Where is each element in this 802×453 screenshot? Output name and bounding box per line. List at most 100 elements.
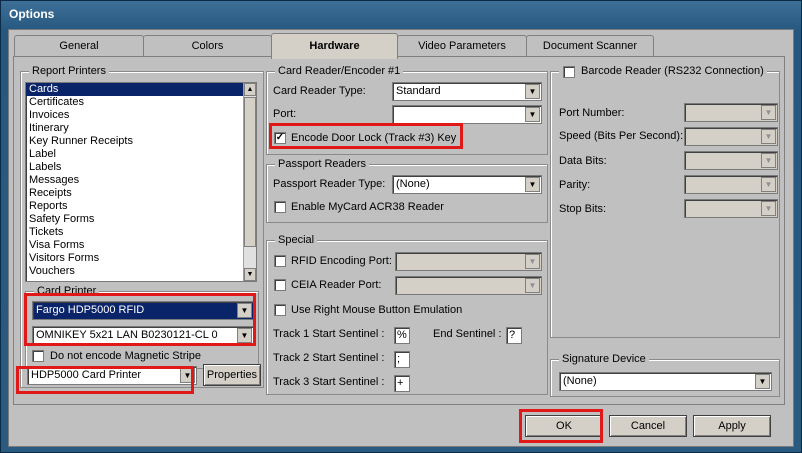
- chevron-down-icon[interactable]: ▼: [761, 129, 776, 144]
- list-item[interactable]: Invoices: [26, 109, 256, 122]
- passport-type-value: (None): [396, 178, 430, 190]
- chevron-down-icon[interactable]: ▼: [761, 153, 776, 168]
- tab-hardware[interactable]: Hardware: [271, 33, 398, 59]
- special-group: Special RFID Encoding Port: ▼ CEIA Reade…: [266, 234, 548, 395]
- chevron-down-icon[interactable]: ▼: [761, 201, 776, 216]
- chevron-down-icon[interactable]: ▼: [237, 303, 252, 318]
- barcode-reader-checkbox[interactable]: [563, 66, 575, 78]
- list-item[interactable]: Messages: [26, 174, 256, 187]
- stop-bits-select[interactable]: ▼: [684, 199, 778, 218]
- list-item[interactable]: Itinerary: [26, 122, 256, 135]
- card-printer-value: Fargo HDP5000 RFID: [36, 304, 145, 316]
- chevron-down-icon[interactable]: ▼: [525, 254, 540, 269]
- list-item[interactable]: Visitors Forms: [26, 252, 256, 265]
- report-printers-scrollbar[interactable]: ▲ ▼: [243, 83, 256, 281]
- chevron-down-icon[interactable]: ▼: [180, 368, 195, 383]
- data-bits-select[interactable]: ▼: [684, 151, 778, 170]
- track3-input[interactable]: +: [394, 375, 410, 392]
- right-mouse-label: Use Right Mouse Button Emulation: [291, 304, 463, 316]
- stop-bits-label: Stop Bits:: [559, 203, 607, 215]
- ceia-label: CEIA Reader Port:: [291, 279, 382, 291]
- scroll-thumb[interactable]: [244, 97, 256, 247]
- properties-button[interactable]: Properties: [203, 364, 261, 386]
- barcode-reader-group: Barcode Reader (RS232 Connection) Port N…: [550, 65, 780, 338]
- no-encode-checkbox[interactable]: [32, 350, 44, 362]
- tab-document-scanner[interactable]: Document Scanner: [526, 35, 654, 57]
- chevron-down-icon[interactable]: ▼: [237, 328, 252, 343]
- passport-type-select[interactable]: (None) ▼: [392, 175, 542, 194]
- list-item[interactable]: Labels: [26, 161, 256, 174]
- ceia-checkbox[interactable]: [274, 279, 286, 291]
- port-number-label: Port Number:: [559, 107, 625, 119]
- list-item[interactable]: Vouchers: [26, 265, 256, 278]
- passport-readers-group: Passport Readers Passport Reader Type: (…: [266, 158, 548, 223]
- list-item[interactable]: Key Runner Receipts: [26, 135, 256, 148]
- end-sentinel-label: End Sentinel :: [433, 328, 502, 340]
- scroll-up-icon[interactable]: ▲: [244, 83, 256, 96]
- card-reader-label: Card Reader/Encoder #1: [275, 65, 404, 77]
- chevron-down-icon[interactable]: ▼: [525, 278, 540, 293]
- track2-label: Track 2 Start Sentinel :: [273, 352, 385, 364]
- card-encoder-select[interactable]: OMNIKEY 5x21 LAN B0230121-CL 0 ▼: [32, 326, 254, 345]
- scroll-down-icon[interactable]: ▼: [244, 268, 256, 281]
- tab-colors[interactable]: Colors: [143, 35, 272, 57]
- ok-button[interactable]: OK: [525, 415, 603, 437]
- ceia-port-select[interactable]: ▼: [395, 276, 542, 295]
- list-item[interactable]: Reports: [26, 200, 256, 213]
- dialog-client: General Colors Hardware Video Parameters…: [8, 29, 794, 447]
- signature-device-select[interactable]: (None) ▼: [559, 372, 772, 391]
- list-item[interactable]: Certificates: [26, 96, 256, 109]
- card-reader-type-value: Standard: [396, 85, 441, 97]
- speed-select[interactable]: ▼: [684, 127, 778, 146]
- tab-general[interactable]: General: [14, 35, 144, 57]
- list-item[interactable]: Label: [26, 148, 256, 161]
- no-encode-label: Do not encode Magnetic Stripe: [50, 350, 202, 362]
- parity-select[interactable]: ▼: [684, 175, 778, 194]
- list-item[interactable]: Visa Forms: [26, 239, 256, 252]
- apply-button[interactable]: Apply: [693, 415, 771, 437]
- chevron-down-icon[interactable]: ▼: [755, 374, 770, 389]
- passport-readers-label: Passport Readers: [275, 158, 370, 170]
- track2-input[interactable]: ;: [394, 351, 410, 368]
- hardware-tab-panel: Report Printers Cards Certificates Invoice…: [13, 56, 785, 405]
- card-reader-port-select[interactable]: ▼: [392, 105, 542, 124]
- chevron-down-icon[interactable]: ▼: [525, 177, 540, 192]
- card-printer-label: Card Printer: [34, 285, 100, 297]
- list-item[interactable]: Tickets: [26, 226, 256, 239]
- rfid-port-select[interactable]: ▼: [395, 252, 542, 271]
- card-printer-select[interactable]: Fargo HDP5000 RFID ▼: [32, 301, 254, 320]
- track1-label: Track 1 Start Sentinel :: [273, 328, 385, 340]
- list-item[interactable]: Cards: [26, 83, 256, 96]
- rfid-label: RFID Encoding Port:: [291, 255, 392, 267]
- report-printers-label: Report Printers: [29, 65, 109, 77]
- mycard-checkbox[interactable]: [274, 201, 286, 213]
- chevron-down-icon[interactable]: ▼: [525, 107, 540, 122]
- report-printers-list[interactable]: Cards Certificates Invoices Itinerary Key Ru…: [25, 82, 257, 282]
- signature-device-group: Signature Device (None) ▼: [550, 353, 780, 397]
- report-printer-value: HDP5000 Card Printer: [31, 369, 142, 381]
- parity-label: Parity:: [559, 179, 591, 191]
- card-reader-type-select[interactable]: Standard ▼: [392, 82, 542, 101]
- report-printer-select[interactable]: HDP5000 Card Printer ▼: [27, 366, 197, 385]
- chevron-down-icon[interactable]: ▼: [761, 177, 776, 192]
- window-title: Options: [9, 7, 55, 21]
- right-mouse-checkbox[interactable]: [274, 304, 286, 316]
- track1-input[interactable]: %: [394, 327, 410, 344]
- list-item[interactable]: Safety Forms: [26, 213, 256, 226]
- signature-device-value: (None): [563, 375, 597, 387]
- port-number-select[interactable]: ▼: [684, 103, 778, 122]
- special-label: Special: [275, 234, 318, 246]
- cancel-button[interactable]: Cancel: [609, 415, 687, 437]
- encode-door-lock-checkbox[interactable]: ✓: [274, 132, 286, 144]
- card-encoder-value: OMNIKEY 5x21 LAN B0230121-CL 0: [36, 329, 218, 341]
- tab-video-parameters[interactable]: Video Parameters: [397, 35, 527, 57]
- title-bar[interactable]: Options: [1, 1, 801, 29]
- data-bits-label: Data Bits:: [559, 155, 607, 167]
- chevron-down-icon[interactable]: ▼: [761, 105, 776, 120]
- card-reader-group: Card Reader/Encoder #1 Card Reader Type:…: [266, 65, 548, 155]
- chevron-down-icon[interactable]: ▼: [525, 84, 540, 99]
- list-item[interactable]: Receipts: [26, 187, 256, 200]
- rfid-checkbox[interactable]: [274, 255, 286, 267]
- end-sentinel-input[interactable]: ?: [506, 327, 522, 344]
- card-reader-port-label: Port:: [273, 108, 297, 120]
